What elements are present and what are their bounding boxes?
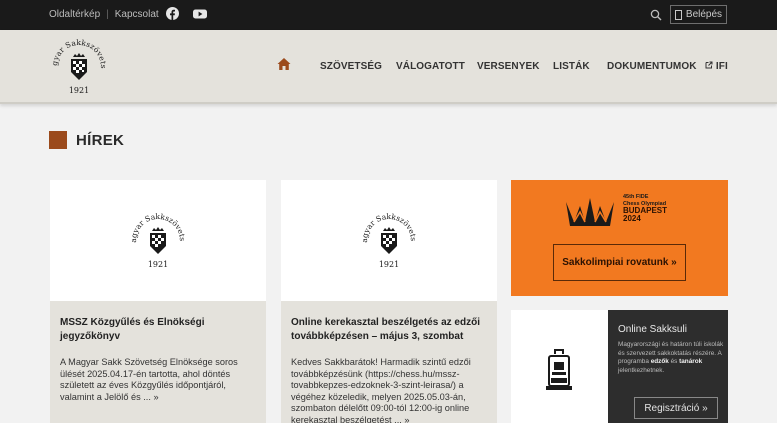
separator: | xyxy=(106,9,109,20)
news-card-body: MSSZ Közgyűlés és Elnökségi jegyzőkönyv … xyxy=(50,301,266,423)
nav-ifi-label: IFI xyxy=(715,61,728,72)
youtube-icon[interactable] xyxy=(193,7,207,20)
olympiad-button[interactable]: Sakkolimpiai rovatunk » xyxy=(553,244,686,281)
federation-logo-image: Magyar Sakkszövetség 1921 xyxy=(358,210,418,269)
section-title: HÍREK xyxy=(76,131,125,149)
heading-square xyxy=(49,131,67,149)
olympiad-year: 2024 xyxy=(623,214,641,223)
login-button[interactable]: Belépés xyxy=(670,5,727,24)
nav-ifi[interactable]: IFI xyxy=(705,61,728,72)
main-header: Magyar Sakkszövetség 1921 SZÖVETSÉG VÁLO… xyxy=(0,29,777,104)
search-icon[interactable] xyxy=(650,8,662,21)
card-logo-year: 1921 xyxy=(379,260,399,269)
news-section-heading: HÍREK xyxy=(49,131,124,149)
nav-federation[interactable]: SZÖVETSÉG xyxy=(320,61,382,72)
news-title[interactable]: Online kerekasztal beszélgetés az edzői … xyxy=(291,316,487,344)
home-icon[interactable] xyxy=(277,57,291,71)
register-button[interactable]: Regisztráció » xyxy=(634,397,718,419)
sakksuli-banner[interactable]: Online Sakksuli Magyarországi és határon… xyxy=(511,310,728,423)
contact-link[interactable]: Kapcsolat xyxy=(115,9,159,20)
news-excerpt: Kedves Sakkbarátok! Harmadik szintű edző… xyxy=(291,357,471,423)
news-excerpt: A Magyar Sakk Szövetség Elnöksége soros … xyxy=(60,357,238,402)
news-title[interactable]: MSSZ Közgyűlés és Elnökségi jegyzőkönyv xyxy=(60,316,256,344)
door-icon xyxy=(674,9,682,20)
facebook-icon[interactable] xyxy=(166,7,179,20)
external-link-icon xyxy=(705,61,713,69)
sitemap-link[interactable]: Oldaltérkép xyxy=(49,9,100,20)
news-card[interactable]: Magyar Sakkszövetség 1921 Online kerekas… xyxy=(281,180,497,423)
login-label: Belépés xyxy=(685,9,723,20)
sakksuli-description: Magyarországi és határon túli iskolák és… xyxy=(618,341,724,374)
nav-national-team[interactable]: VÁLOGATOTT xyxy=(396,61,465,72)
crown-icon xyxy=(566,198,614,226)
nav-documents[interactable]: DOKUMENTUMOK xyxy=(607,61,697,72)
chess-piece-icon xyxy=(546,349,572,390)
top-bar: Oldaltérkép | Kapcsolat Belépés xyxy=(0,0,777,30)
federation-logo[interactable]: Magyar Sakkszövetség 1921 xyxy=(44,29,110,98)
news-card-image: Magyar Sakkszövetség 1921 xyxy=(50,180,266,301)
sakksuli-image xyxy=(511,310,608,423)
news-card[interactable]: Magyar Sakkszövetség 1921 MSSZ Közgyűlés… xyxy=(50,180,266,423)
federation-logo-image: Magyar Sakkszövetség 1921 xyxy=(127,210,187,269)
news-card-body: Online kerekasztal beszélgetés az edzői … xyxy=(281,301,497,423)
sakksuli-title: Online Sakksuli xyxy=(618,324,687,335)
logo-year: 1921 xyxy=(69,86,89,95)
nav-lists[interactable]: LISTÁK xyxy=(553,61,590,72)
olympiad-banner[interactable]: 45th FIDE Chess Olympiad BUDAPEST 2024 S… xyxy=(511,180,728,296)
top-links: Oldaltérkép | Kapcsolat xyxy=(49,9,159,20)
social-links xyxy=(166,7,207,20)
nav-competitions[interactable]: VERSENYEK xyxy=(477,61,540,72)
news-card-image: Magyar Sakkszövetség 1921 xyxy=(281,180,497,301)
olympiad-text: 45th FIDE Chess Olympiad BUDAPEST 2024 xyxy=(623,194,667,223)
card-logo-year: 1921 xyxy=(148,260,168,269)
